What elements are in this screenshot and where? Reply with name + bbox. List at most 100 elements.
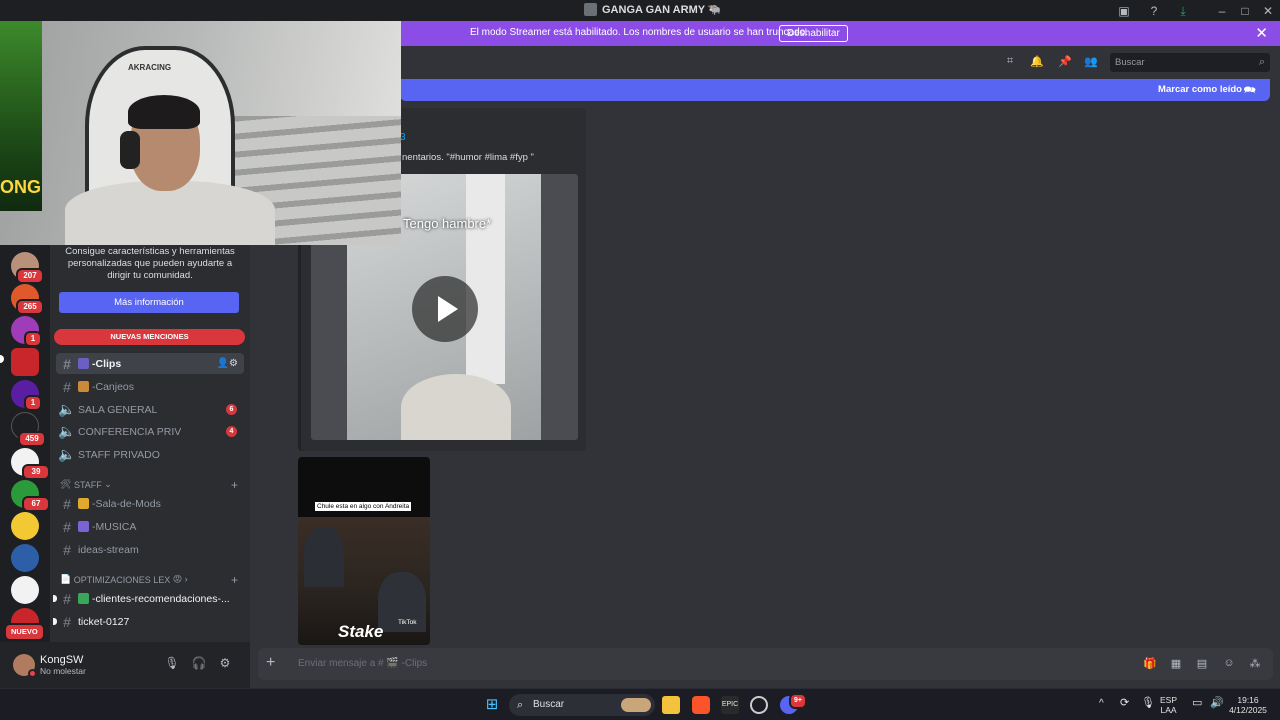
speaker-icon: 🔈 [58,401,76,417]
unread-messages-bar[interactable]: Marcar como leído 🗪 [400,79,1270,101]
chevron-up-icon[interactable]: ^ [1099,699,1104,709]
language-indicator[interactable]: ESP LAA [1160,695,1177,715]
pin-icon[interactable]: 📌 [1058,55,1072,69]
channel-name: CONFERENCIA PRIV [78,425,182,438]
avatar[interactable] [13,654,37,678]
message-composer[interactable]: + Enviar mensaje a # 🎬 -Clips 🎁 ▦ ▤ ☺ ⁂ [258,648,1273,680]
members-icon[interactable]: 👥 [1084,55,1098,69]
title-bar: GANGA GAN ARMY 🐃 ▣ ? ⤓ – □ ✕ [0,0,1280,21]
stream-overlay-art: ONG [0,21,42,211]
user-panel: KongSW No molestar 🎙 🎧 ⚙ [0,642,250,688]
voice-channel-sala-general[interactable]: 🔈 SALA GENERAL 6 [56,399,244,420]
epic-games-icon[interactable]: EPIC [721,696,739,714]
clock-time: 19:16 [1237,695,1259,705]
obs-icon[interactable] [750,696,768,714]
text-channel-icon: # [63,518,71,535]
server-icon[interactable] [11,512,39,540]
display-icon[interactable]: ▭ [1192,698,1202,709]
bell-icon[interactable]: 🔔 [1030,55,1044,69]
unread-indicator [0,355,4,363]
close-window-icon[interactable]: ✕ [1260,3,1276,19]
add-channel-icon[interactable]: + [231,478,238,492]
speaker-icon: 🔈 [58,446,76,462]
clock-date: 4/12/2025 [1229,705,1267,715]
search-input[interactable]: Buscar ⌕ [1110,53,1270,72]
brave-browser-icon[interactable] [692,696,710,714]
check-icon [78,593,89,604]
volume-icon[interactable]: 🔊 [1210,698,1224,709]
clock[interactable]: 19:16 4/12/2025 [1228,695,1268,715]
gear-icon[interactable]: ⚙ [217,656,233,672]
channel-canjeos[interactable]: # -Canjeos [56,376,244,397]
text-channel-icon: # [63,495,71,512]
voice-channel-staff-privado[interactable]: 🔈 STAFF PRIVADO [56,444,244,465]
threads-icon[interactable]: ⌗ [1003,55,1017,69]
mark-read-icon: 🗪 [1243,85,1256,96]
person-hair [128,95,200,129]
channel-clientes-recomendaciones[interactable]: # -clientes-recomendaciones-... [53,588,244,609]
channel-name: STAFF PRIVADO [78,448,160,461]
server-icon[interactable] [11,544,39,572]
microphone-icon[interactable]: 🎙 [1141,698,1155,709]
mention-badge: 265 [16,299,44,315]
category-staff[interactable]: 🛠 STAFF ⌄ + [60,478,242,492]
text-channel-icon: # [63,355,71,372]
channel-clips[interactable]: # -Clips 👤⚙ [56,353,244,374]
windows-start-icon[interactable]: ⊞ [483,696,501,714]
channel-settings-icon[interactable]: 👤⚙ [217,358,238,369]
add-channel-icon[interactable]: + [231,573,238,587]
gif-icon[interactable]: ▦ [1169,657,1183,671]
search-highlight-image [621,698,651,712]
category-name: OPTIMIZACIONES LEX [73,574,171,585]
emoji-face-icon: 😡 › [170,574,188,584]
inbox-icon[interactable]: ▣ [1116,3,1132,19]
headphones-icon[interactable]: 🎧 [191,656,207,672]
voice-channel-conferencia[interactable]: 🔈 CONFERENCIA PRIV 4 [56,421,244,442]
text-channel-icon: # [63,378,71,395]
video-caption: Chule esta en algo con Andreita [315,502,412,511]
sticker-icon[interactable]: ▤ [1195,657,1209,671]
add-attachment-icon[interactable]: + [266,654,275,672]
text-channel-icon: # [63,590,71,607]
file-explorer-icon[interactable] [662,696,680,714]
video-attachment[interactable]: Chule esta en algo con Andreita Stake Ti… [298,457,430,645]
apps-icon[interactable]: ⁂ [1248,657,1262,671]
minimize-icon[interactable]: – [1214,3,1230,19]
new-mentions-pill[interactable]: NUEVAS MENCIONES [54,329,245,345]
channel-sala-de-mods[interactable]: # -Sala-de-Mods [56,493,244,514]
music-notes-icon [78,521,89,532]
webcam-overlay: AKRACING ONG [0,21,401,245]
server-icon[interactable] [11,348,39,376]
mention-badge: 459 [18,431,46,447]
channel-ideas-stream[interactable]: # ideas-stream [56,539,244,560]
category-optimizaciones[interactable]: 📄 OPTIMIZACIONES LEX 😡 › + [60,573,242,587]
disable-streamer-button[interactable]: Deshabilitar [779,25,848,42]
help-icon[interactable]: ? [1146,3,1162,19]
chevron-down-icon: ⌄ [101,479,112,489]
gift-icon[interactable]: 🎁 [1143,657,1157,671]
close-banner-icon[interactable]: ✕ [1255,24,1268,42]
search-icon: ⌕ [517,699,524,711]
search-icon: ⌕ [1258,56,1265,68]
crown-icon [78,498,89,509]
play-icon[interactable] [412,276,478,342]
speaker-icon: 🔈 [58,423,76,439]
channel-ticket[interactable]: # ticket-0127 [53,611,244,632]
headphones-icon [120,131,140,169]
more-info-button[interactable]: Más información [59,292,239,313]
emoji-icon[interactable]: ☺ [1222,657,1236,671]
download-icon[interactable]: ⤓ [1175,3,1191,19]
taskbar-search[interactable]: ⌕ Buscar [509,694,655,716]
channel-musica[interactable]: # -MUSICA [56,516,244,537]
maximize-icon[interactable]: □ [1237,3,1253,19]
username[interactable]: KongSW [40,654,83,666]
mention-badge: 1 [24,395,42,411]
mark-as-read-button[interactable]: Marcar como leído [1158,84,1242,95]
sync-icon[interactable]: ⟳ [1120,698,1129,709]
mention-badge: 67 [22,496,50,512]
window-title: GANGA GAN ARMY 🐃 [584,3,722,16]
mention-badge: 1 [24,331,42,347]
microphone-icon[interactable]: 🎙 [164,656,180,672]
new-badge[interactable]: NUEVO [4,623,45,641]
server-icon[interactable] [11,576,39,604]
